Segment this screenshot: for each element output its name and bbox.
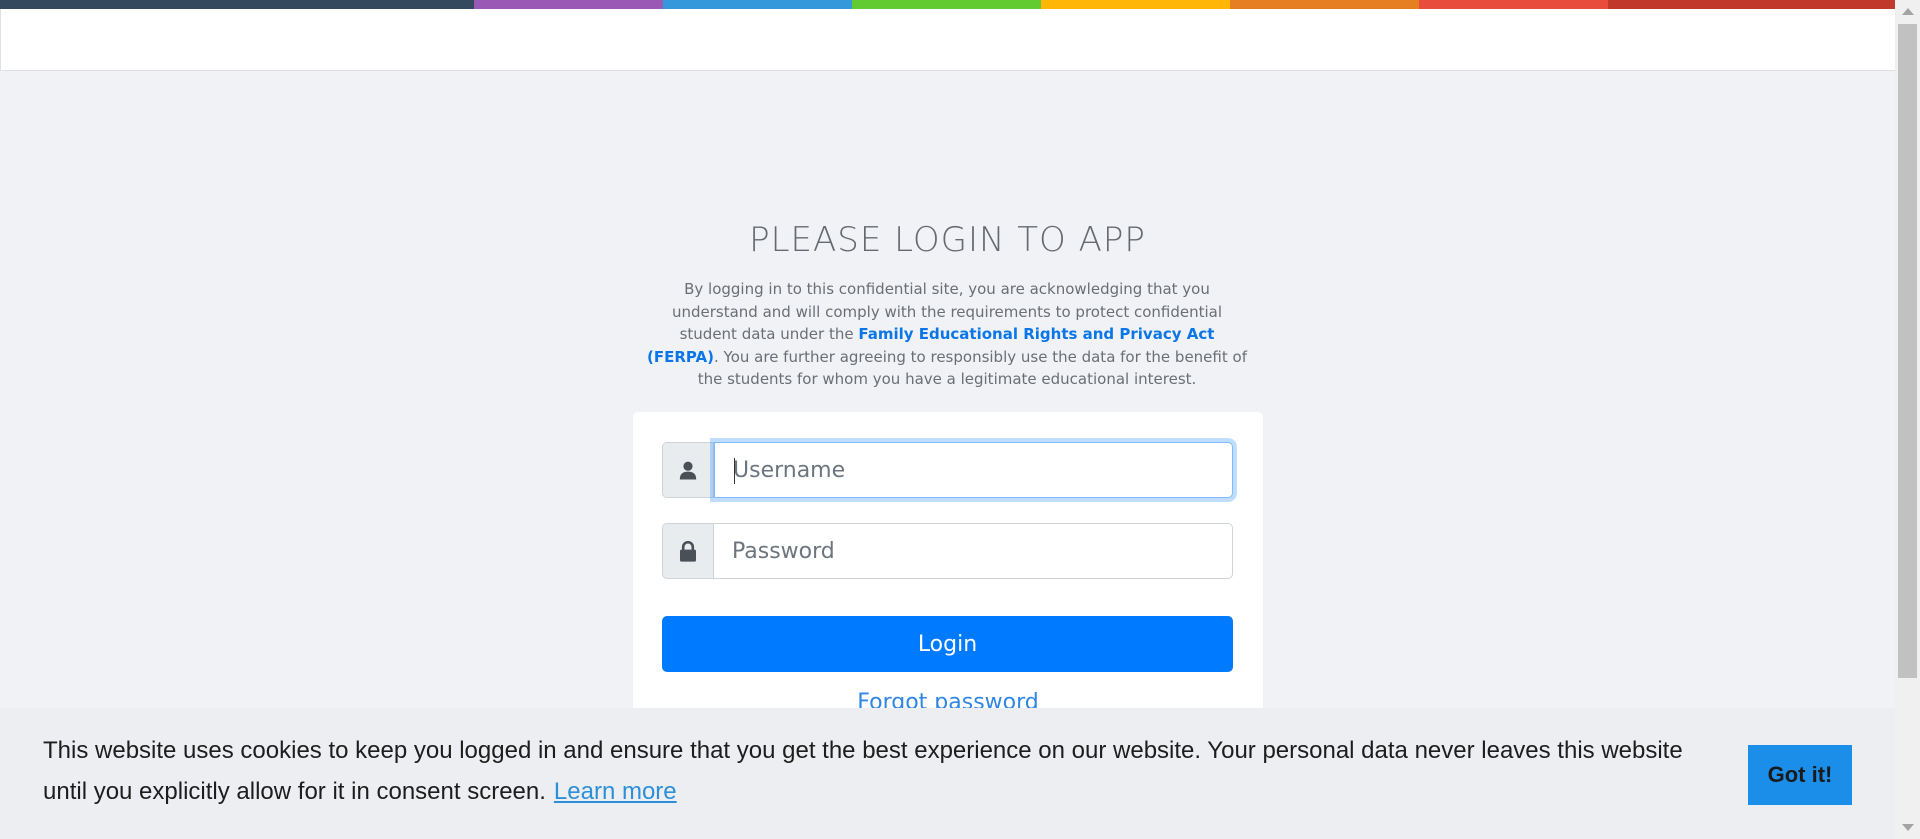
stripe-segment — [852, 0, 1041, 9]
password-input-wrapper — [714, 523, 1233, 579]
cookie-message: This website uses cookies to keep you lo… — [43, 730, 1703, 812]
stripe-segment — [1608, 0, 1895, 9]
text-caret — [734, 458, 735, 484]
password-input[interactable] — [714, 524, 1232, 578]
scroll-up-arrow-icon[interactable] — [1902, 8, 1914, 15]
ferpa-disclaimer: By logging in to this confidential site,… — [644, 278, 1250, 391]
login-card: Login Forgot password — [633, 412, 1263, 715]
stripe-segment — [1230, 0, 1419, 9]
username-input-wrapper — [714, 442, 1233, 498]
password-field — [662, 523, 1233, 579]
stripe-segment — [1041, 0, 1230, 9]
login-button[interactable]: Login — [662, 616, 1233, 672]
stripe-segment — [1419, 0, 1608, 9]
page-title: PLEASE LOGIN TO APP — [749, 220, 1146, 260]
scroll-down-arrow-icon[interactable] — [1902, 824, 1914, 831]
rainbow-stripe — [0, 0, 1895, 9]
top-header-bar — [0, 9, 1895, 71]
disclaimer-text-end: . You are further agreeing to responsibl… — [697, 347, 1247, 389]
lock-icon — [662, 523, 714, 579]
stripe-segment — [0, 0, 474, 9]
stripe-segment — [474, 0, 663, 9]
username-input[interactable] — [715, 443, 1232, 497]
user-icon — [662, 442, 714, 498]
scroll-thumb[interactable] — [1898, 24, 1917, 678]
vertical-scrollbar[interactable] — [1895, 0, 1920, 839]
cookie-message-text: This website uses cookies to keep you lo… — [43, 737, 1683, 805]
stripe-segment — [663, 0, 852, 9]
accept-cookies-button[interactable]: Got it! — [1748, 745, 1852, 805]
learn-more-link[interactable]: Learn more — [554, 778, 677, 805]
username-field — [662, 442, 1233, 498]
cookie-consent-banner: This website uses cookies to keep you lo… — [0, 708, 1895, 839]
